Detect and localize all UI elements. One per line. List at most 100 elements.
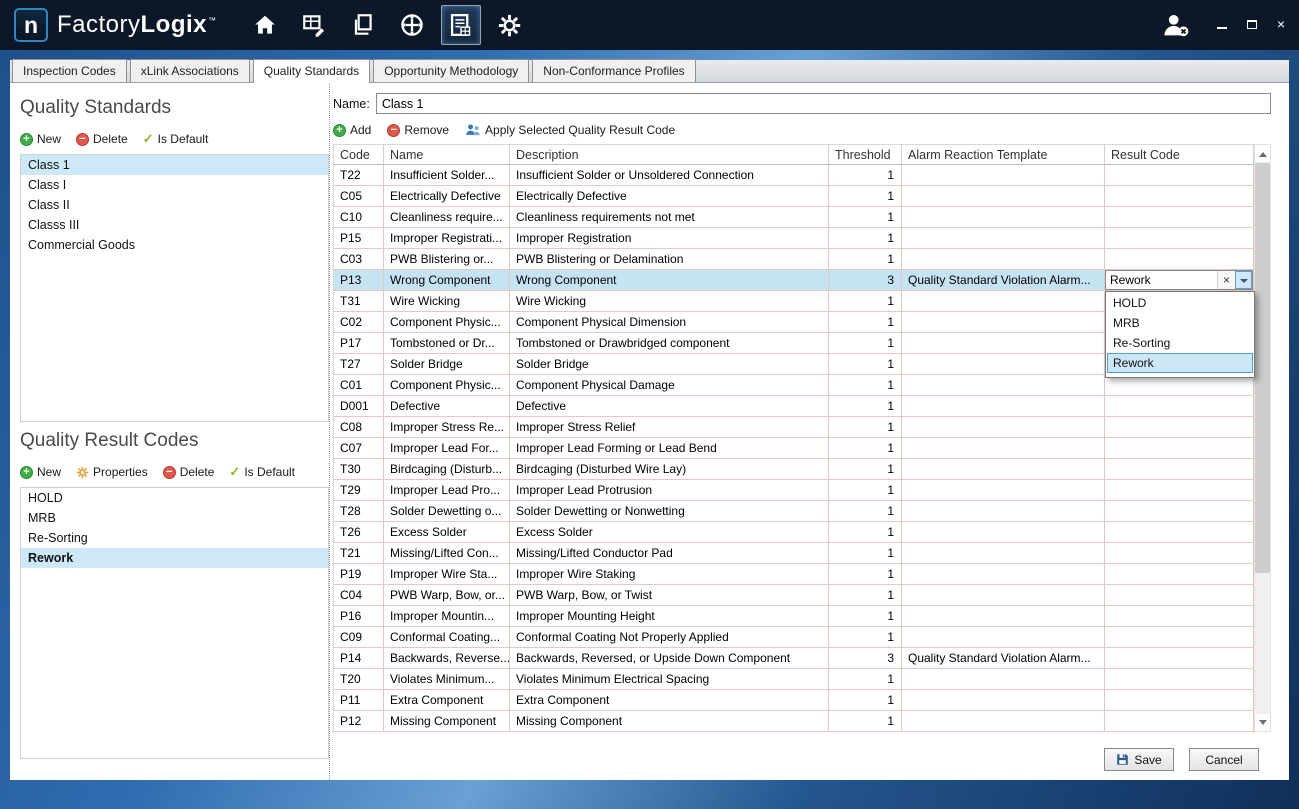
nav-navigation-button[interactable] [392,5,432,45]
table-row[interactable]: T20Violates Minimum...Violates Minimum E… [334,669,1254,690]
cancel-label: Cancel [1205,753,1242,767]
scroll-up-button[interactable] [1255,145,1270,162]
result-code-combobox[interactable]: Rework× [1105,270,1253,290]
table-row[interactable]: D001DefectiveDefective1 [334,396,1254,417]
table-row[interactable]: C09Conformal Coating...Conformal Coating… [334,627,1254,648]
user-button[interactable] [1161,11,1191,39]
vertical-scrollbar[interactable] [1254,144,1271,732]
dropdown-option[interactable]: MRB [1107,313,1253,333]
cell-threshold: 1 [829,375,902,396]
quality-standards-title: Quality Standards [20,97,329,119]
table-row[interactable]: P19Improper Wire Sta...Improper Wire Sta… [334,564,1254,585]
table-row[interactable]: T21Missing/Lifted Con...Missing/Lifted C… [334,543,1254,564]
quality-result-codes-title: Quality Result Codes [20,430,329,452]
close-button[interactable]: × [1277,16,1285,34]
cell-name: PWB Blistering or... [384,249,510,270]
apply-result-code-button[interactable]: Apply Selected Quality Result Code [465,123,675,137]
list-item[interactable]: Class I [21,175,328,195]
cell-alarm [902,711,1105,732]
tab-opportunity-methodology[interactable]: Opportunity Methodology [373,59,529,82]
cell-result[interactable]: Rework× [1105,270,1254,291]
cell-name: Improper Lead For... [384,438,510,459]
cell-threshold: 1 [829,417,902,438]
column-header-name[interactable]: Name [384,144,510,165]
table-row[interactable]: P13Wrong ComponentWrong Component3Qualit… [334,270,1254,291]
table-body: T22Insufficient Solder...Insufficient So… [334,165,1254,732]
cell-desc: Wire Wicking [510,291,829,312]
maximize-icon [1247,20,1257,29]
column-header-code[interactable]: Code [334,144,384,165]
cell-name: Missing Component [384,711,510,732]
minimize-button[interactable] [1217,16,1227,34]
table-row[interactable]: P11Extra ComponentExtra Component1 [334,690,1254,711]
save-button[interactable]: Save [1104,748,1174,771]
table-row[interactable]: P16Improper Mountin...Improper Mounting … [334,606,1254,627]
nav-home-button[interactable] [245,5,285,45]
column-header-description[interactable]: Description [510,144,829,165]
table-row[interactable]: C05Electrically DefectiveElectrically De… [334,186,1254,207]
delete-label: Delete [180,465,215,479]
action-buttons: Save Cancel [333,748,1271,771]
list-item[interactable]: MRB [21,508,328,528]
dropdown-option[interactable]: Re-Sorting [1107,333,1253,353]
tab-inspection-codes[interactable]: Inspection Codes [12,59,127,82]
cell-alarm [902,606,1105,627]
dropdown-option[interactable]: HOLD [1107,293,1253,313]
column-header-threshold[interactable]: Threshold [829,144,902,165]
list-item[interactable]: Classs III [21,215,328,235]
result-codes-delete-button[interactable]: − Delete [163,465,215,479]
cell-code: C08 [334,417,384,438]
table-row[interactable]: T29Improper Lead Pro...Improper Lead Pro… [334,480,1254,501]
table-row[interactable]: P15Improper Registrati...Improper Regist… [334,228,1254,249]
standards-new-button[interactable]: + New [20,132,61,146]
table-row[interactable]: P12Missing ComponentMissing Component1 [334,711,1254,732]
list-item[interactable]: Class II [21,195,328,215]
name-input[interactable] [376,93,1271,114]
cancel-button[interactable]: Cancel [1189,748,1259,771]
standards-delete-button[interactable]: − Delete [76,132,128,146]
maximize-button[interactable] [1247,16,1257,34]
table-row[interactable]: C07Improper Lead For...Improper Lead For… [334,438,1254,459]
table-row[interactable]: C04PWB Warp, Bow, or...PWB Warp, Bow, or… [334,585,1254,606]
add-button[interactable]: + Add [333,123,371,137]
table-row[interactable]: T28Solder Dewetting o...Solder Dewetting… [334,501,1254,522]
gear-icon [496,12,523,39]
table-row[interactable]: C03PWB Blistering or...PWB Blistering or… [334,249,1254,270]
cell-code: C10 [334,207,384,228]
cell-name: Wire Wicking [384,291,510,312]
table-row[interactable]: T26Excess SolderExcess Solder1 [334,522,1254,543]
result-codes-is-default-button[interactable]: ✓ Is Default [229,464,295,480]
table-row[interactable]: T22Insufficient Solder...Insufficient So… [334,165,1254,186]
result-codes-toolbar: + New Properties − Delete ✓ Is Default [20,464,329,480]
nav-quality-button[interactable] [441,5,481,45]
table-row[interactable]: C01Component Physic...Component Physical… [334,375,1254,396]
column-header-alarm[interactable]: Alarm Reaction Template [902,144,1105,165]
list-item[interactable]: HOLD [21,488,328,508]
remove-button[interactable]: − Remove [387,123,449,137]
dropdown-option[interactable]: Rework [1107,353,1253,373]
chevron-down-icon[interactable] [1235,271,1252,289]
tab-quality-standards[interactable]: Quality Standards [253,59,370,83]
nav-documents-button[interactable] [343,5,383,45]
table-row[interactable]: C10Cleanliness require...Cleanliness req… [334,207,1254,228]
clear-icon[interactable]: × [1217,271,1235,289]
list-item[interactable]: Rework [21,548,328,568]
result-codes-properties-button[interactable]: Properties [76,465,148,479]
column-header-result-code[interactable]: Result Code [1105,144,1254,165]
nav-production-button[interactable] [294,5,334,45]
cell-name: Improper Registrati... [384,228,510,249]
list-item[interactable]: Commercial Goods [21,235,328,255]
scroll-thumb[interactable] [1255,163,1270,573]
scroll-down-button[interactable] [1255,714,1270,731]
tab-non-conformance-profiles[interactable]: Non-Conformance Profiles [532,59,695,82]
tab-xlink-associations[interactable]: xLink Associations [130,59,250,82]
result-codes-new-button[interactable]: + New [20,465,61,479]
list-item[interactable]: Re-Sorting [21,528,328,548]
list-item[interactable]: Class 1 [21,155,328,175]
table-row[interactable]: T30Birdcaging (Disturb...Birdcaging (Dis… [334,459,1254,480]
standards-is-default-button[interactable]: ✓ Is Default [143,131,209,147]
table-row[interactable]: C08Improper Stress Re...Improper Stress … [334,417,1254,438]
table-row[interactable]: P14Backwards, Reverse...Backwards, Rever… [334,648,1254,669]
cell-code: T31 [334,291,384,312]
nav-settings-button[interactable] [490,5,530,45]
